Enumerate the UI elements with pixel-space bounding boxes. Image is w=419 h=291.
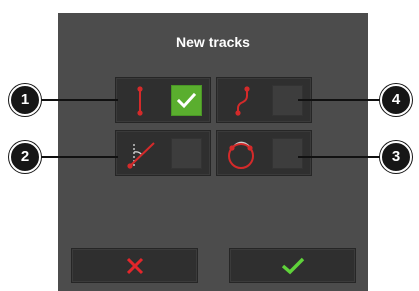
callout-line-3 (298, 156, 384, 158)
dialog-title: New tracks (176, 34, 250, 50)
option-ab-line[interactable] (115, 77, 211, 123)
option-a-plus-line[interactable] (115, 130, 211, 176)
screen: New tracks 1 2 4 3 (0, 0, 419, 291)
callout-line-2 (38, 156, 118, 158)
callout-3: 3 (380, 141, 412, 173)
a-plus-line-checkbox[interactable] (171, 138, 202, 169)
a-plus-line-icon (127, 142, 155, 169)
callout-2: 2 (9, 141, 41, 173)
callout-line-1 (38, 99, 118, 101)
option-circle[interactable] (216, 130, 312, 176)
confirm-button[interactable] (229, 248, 356, 283)
callout-4: 4 (380, 84, 412, 116)
ab-line-icon (137, 86, 143, 116)
callout-line-4 (298, 99, 384, 101)
cancel-button[interactable] (71, 248, 198, 283)
checkmark-icon (281, 257, 304, 274)
new-tracks-dialog: New tracks (58, 13, 368, 291)
circle-track-icon (228, 141, 254, 169)
checkmark-icon (176, 92, 197, 109)
circle-checkbox[interactable] (272, 138, 303, 169)
contour-track-icon (235, 86, 250, 116)
callout-1: 1 (9, 84, 41, 116)
ab-line-checkbox[interactable] (171, 85, 202, 116)
cross-icon (126, 257, 143, 274)
